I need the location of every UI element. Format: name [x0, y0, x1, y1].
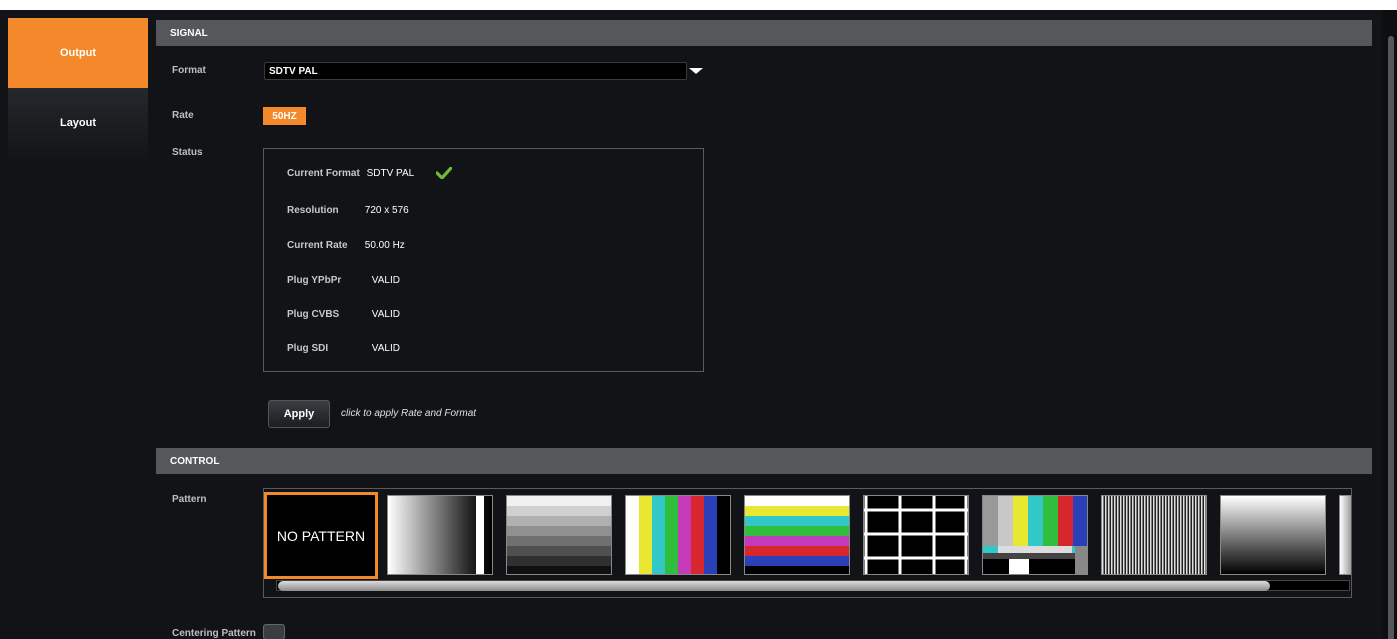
pattern-multiburst[interactable]	[1101, 495, 1207, 575]
pattern-gray-steps-horizontal[interactable]	[506, 495, 612, 575]
pattern-carousel: NO PATTERN	[263, 488, 1352, 598]
status-value: 50.00 Hz	[364, 240, 405, 251]
signal-header-title: SIGNAL	[170, 27, 208, 39]
pattern-color-bars-vertical[interactable]	[625, 495, 731, 575]
nav-tab-output[interactable]: Output	[8, 18, 148, 88]
status-row-plug-sdi: Plug SDI VALID	[287, 343, 400, 354]
pattern-no-pattern[interactable]: NO PATTERN	[264, 492, 378, 579]
status-value: SDTV PAL	[366, 168, 415, 179]
gray-steps-horizontal-icon	[507, 496, 611, 574]
sidebar-nav: Output Layout	[0, 10, 148, 639]
status-key: Plug CVBS	[287, 309, 340, 320]
status-key: Resolution	[287, 205, 339, 216]
status-value: 720 x 576	[364, 205, 409, 216]
status-key: Plug SDI	[287, 343, 329, 354]
nav-tab-output-label: Output	[59, 47, 97, 59]
status-value: VALID	[371, 309, 400, 320]
rate-button-label: 50HZ	[272, 110, 297, 122]
pattern-label: Pattern	[172, 494, 207, 505]
status-key: Current Format	[287, 168, 360, 179]
format-select[interactable]: SDTV PAL	[264, 62, 687, 80]
nav-tab-layout[interactable]: Layout	[8, 88, 148, 158]
pattern-gray-gradient-vertical[interactable]	[1220, 495, 1326, 575]
apply-button-label: Apply	[283, 408, 315, 420]
pattern-color-bars-horizontal[interactable]	[744, 495, 850, 575]
status-value: VALID	[371, 343, 400, 354]
apply-button[interactable]: Apply	[268, 400, 330, 428]
status-row-current-rate: Current Rate 50.00 Hz	[287, 240, 405, 251]
chevron-down-icon[interactable]	[689, 68, 703, 74]
smpte-bars-icon	[983, 496, 1087, 574]
rate-button-50hz[interactable]: 50HZ	[263, 107, 306, 125]
format-label: Format	[172, 65, 206, 76]
status-key: Plug YPbPr	[287, 275, 342, 286]
status-value: VALID	[371, 275, 400, 286]
apply-hint-text: click to apply Rate and Format	[341, 408, 477, 419]
pattern-smpte-bars[interactable]	[982, 495, 1088, 575]
color-bars-horizontal-icon	[745, 496, 849, 574]
gray-gradient-vertical-icon	[1221, 496, 1325, 574]
color-bars-vertical-icon	[626, 496, 730, 574]
signal-section-header: SIGNAL	[156, 20, 1372, 46]
pattern-gray-ramp-partial[interactable]	[1339, 495, 1351, 575]
nav-tab-layout-label: Layout	[59, 117, 97, 129]
format-select-value: SDTV PAL	[269, 65, 318, 77]
control-section-header: CONTROL	[156, 448, 1372, 474]
control-header-title: CONTROL	[170, 455, 220, 467]
status-row-current-format: Current Format SDTV PAL	[287, 168, 414, 179]
gray-ramp-vertical-icon	[388, 496, 492, 574]
pattern-grid[interactable]	[863, 495, 969, 575]
status-row-plug-cvbs: Plug CVBS VALID	[287, 309, 400, 320]
centering-pattern-label: Centering Pattern	[172, 628, 256, 639]
status-key: Current Rate	[287, 240, 348, 251]
status-row-resolution: Resolution 720 x 576	[287, 205, 409, 216]
vertical-scrollbar-thumb[interactable]	[1388, 36, 1394, 639]
pattern-gray-ramp-vertical[interactable]	[387, 495, 493, 575]
gray-ramp-partial-icon	[1340, 496, 1351, 574]
centering-pattern-toggle[interactable]	[263, 624, 285, 639]
status-row-plug-ypbpr: Plug YPbPr VALID	[287, 275, 400, 286]
check-icon	[436, 167, 452, 179]
status-label: Status	[172, 147, 203, 158]
rate-label: Rate	[172, 110, 194, 121]
main-panel: SIGNAL Format SDTV PAL Rate 50HZ Status …	[148, 10, 1397, 639]
pattern-scrollbar-thumb[interactable]	[278, 581, 1270, 591]
grid-icon	[864, 496, 968, 574]
app-window: Output Layout SIGNAL Format SDTV PAL Rat…	[0, 10, 1397, 639]
multiburst-icon	[1102, 496, 1206, 574]
status-panel: Current Format SDTV PAL Resolution 720 x…	[263, 148, 704, 372]
no-pattern-label: NO PATTERN	[276, 527, 366, 544]
